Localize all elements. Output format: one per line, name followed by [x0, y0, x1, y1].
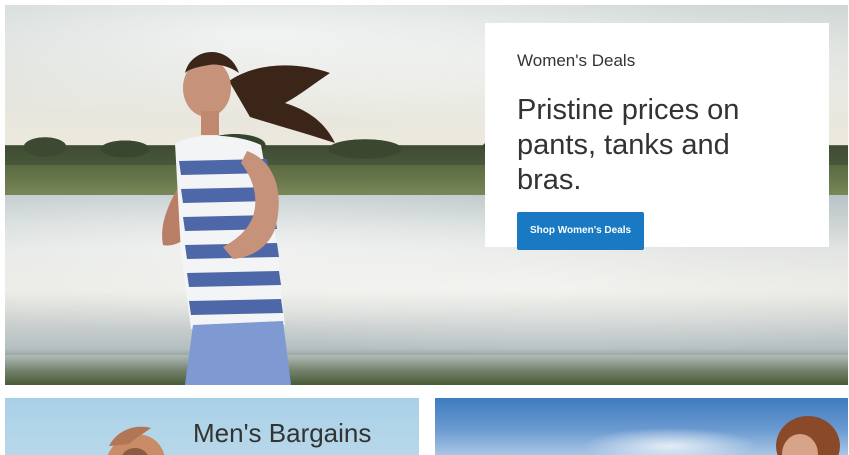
promo-tile-right[interactable] [435, 398, 848, 455]
cloud [575, 426, 765, 455]
man-stretching-image [107, 426, 165, 455]
woman-sky-image [776, 416, 840, 455]
promo-headline: Pristine prices on pants, tanks and bras… [517, 94, 740, 196]
home-page: Women's Deals Pristine prices on pants, … [0, 0, 849, 455]
hero-banner[interactable]: Women's Deals Pristine prices on pants, … [5, 5, 848, 385]
mens-bargains-tile[interactable]: Men's Bargains [5, 398, 419, 455]
promo-card: Women's Deals Pristine prices on pants, … [485, 23, 829, 250]
shop-womens-deals-button[interactable]: Shop Women's Deals [517, 212, 645, 250]
promo-eyebrow: Women's Deals [517, 51, 636, 70]
runner-image [162, 51, 335, 385]
mens-bargains-title: Men's Bargains [193, 418, 372, 448]
